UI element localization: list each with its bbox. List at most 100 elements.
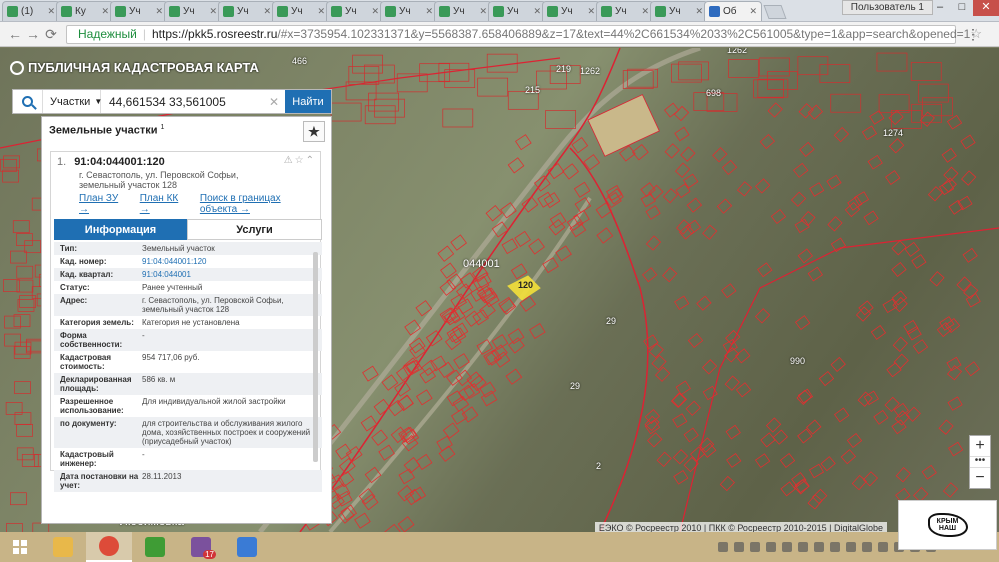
menu-icon[interactable]: ⋮ bbox=[966, 26, 980, 43]
utorrent-icon[interactable] bbox=[132, 532, 178, 562]
tray-icon[interactable] bbox=[813, 542, 824, 552]
profile-button[interactable]: Пользователь 1 bbox=[841, 0, 933, 15]
browser-tab[interactable]: Уч ✕ bbox=[650, 1, 708, 21]
close-tab-icon[interactable]: ✕ bbox=[47, 6, 55, 17]
app-glyph bbox=[99, 536, 119, 556]
browser-tab[interactable]: Об ✕ bbox=[704, 1, 762, 21]
parcel-label[interactable]: 990 bbox=[790, 356, 805, 366]
browser-tab[interactable]: Уч ✕ bbox=[326, 1, 384, 21]
quarter-label: 044001 bbox=[463, 258, 500, 270]
plan-zu-link[interactable]: План ЗУ → bbox=[79, 193, 126, 215]
tab-services[interactable]: Услуги bbox=[187, 219, 322, 240]
app-glyph bbox=[237, 537, 257, 557]
clear-icon[interactable]: ✕ bbox=[269, 95, 279, 109]
search-input[interactable] bbox=[101, 91, 269, 112]
attribute-row: Форма собственности: - bbox=[54, 329, 322, 351]
cadastral-map[interactable]: ПУБЛИЧНАЯ КАДАСТРОВАЯ КАРТА 044001 Любим… bbox=[0, 48, 999, 532]
tray-icon[interactable] bbox=[765, 542, 776, 552]
parcel-label[interactable]: 219 bbox=[556, 64, 571, 74]
parcel-label[interactable]: 29 bbox=[606, 316, 616, 326]
minimize-button[interactable]: – bbox=[929, 0, 951, 16]
zoom-more-button[interactable]: ••• bbox=[970, 456, 990, 468]
new-tab-button[interactable] bbox=[763, 5, 787, 19]
browser-tab[interactable]: (1) ✕ bbox=[2, 1, 60, 21]
browser-tab[interactable]: Ку ✕ bbox=[56, 1, 114, 21]
close-tab-icon[interactable]: ✕ bbox=[533, 6, 541, 17]
browser-tab[interactable]: Уч ✕ bbox=[272, 1, 330, 21]
browser-tab[interactable]: Уч ✕ bbox=[542, 1, 600, 21]
file-explorer-icon[interactable] bbox=[40, 532, 86, 562]
zoom-out-button[interactable]: − bbox=[970, 468, 990, 488]
tray-icon[interactable] bbox=[749, 542, 760, 552]
close-tab-icon[interactable]: ✕ bbox=[317, 6, 325, 17]
viber-icon[interactable]: 17 bbox=[178, 532, 224, 562]
attribute-value[interactable]: 91:04:044001:120 bbox=[142, 257, 322, 266]
result-action-icons[interactable]: ⚠☆⌃ bbox=[284, 155, 316, 166]
windows-start-icon[interactable] bbox=[0, 532, 40, 562]
search-type-select[interactable]: Участки ▼ bbox=[43, 90, 102, 113]
tray-icon[interactable] bbox=[797, 542, 808, 552]
parcel-label[interactable]: 466 bbox=[292, 56, 307, 66]
close-tab-icon[interactable]: ✕ bbox=[749, 6, 757, 17]
selected-parcel-label[interactable]: 120 bbox=[518, 280, 533, 290]
close-tab-icon[interactable]: ✕ bbox=[371, 6, 379, 17]
reload-icon[interactable]: ⟳ bbox=[42, 26, 60, 43]
tray-icon[interactable] bbox=[877, 542, 888, 552]
parcel-label[interactable]: 215 bbox=[525, 85, 540, 95]
parcel-label[interactable]: 29 bbox=[570, 381, 580, 391]
photos-icon[interactable] bbox=[224, 532, 270, 562]
attribute-value: 586 кв. м bbox=[142, 375, 176, 384]
browser-tab[interactable]: Уч ✕ bbox=[380, 1, 438, 21]
favorite-star-icon[interactable]: ★ bbox=[303, 121, 325, 142]
close-tab-icon[interactable]: ✕ bbox=[587, 6, 595, 17]
browser-tab[interactable]: Уч ✕ bbox=[488, 1, 546, 21]
parcel-label[interactable]: 2 bbox=[596, 461, 601, 471]
attribute-value[interactable]: 91:04:044001 bbox=[142, 270, 322, 279]
favicon-icon bbox=[169, 6, 180, 17]
browser-tab[interactable]: Уч ✕ bbox=[110, 1, 168, 21]
parcel-label[interactable]: 1262 bbox=[580, 66, 600, 76]
browser-tab[interactable]: Уч ✕ bbox=[218, 1, 276, 21]
plan-kk-link[interactable]: План КК → bbox=[140, 193, 186, 215]
attribute-value: г. Севастополь, ул. Перовской Софьи, зем… bbox=[142, 296, 284, 314]
back-arrow-icon[interactable]: ← bbox=[6, 26, 24, 42]
close-tab-icon[interactable]: ✕ bbox=[479, 6, 487, 17]
tray-icon[interactable] bbox=[717, 542, 728, 552]
tray-icon[interactable] bbox=[733, 542, 744, 552]
map-title: ПУБЛИЧНАЯ КАДАСТРОВАЯ КАРТА bbox=[10, 60, 259, 75]
maximize-button[interactable]: □ bbox=[951, 0, 973, 16]
tray-icon[interactable] bbox=[861, 542, 872, 552]
panel-scrollbar[interactable] bbox=[313, 252, 318, 462]
cadastral-number[interactable]: 91:04:044001:120 bbox=[74, 156, 165, 168]
tray-icon[interactable] bbox=[829, 542, 840, 552]
chrome-icon[interactable] bbox=[86, 532, 132, 562]
browser-tab[interactable]: Уч ✕ bbox=[434, 1, 492, 21]
tray-icon[interactable] bbox=[845, 542, 856, 552]
close-tab-icon[interactable]: ✕ bbox=[209, 6, 217, 17]
close-window-button[interactable]: ✕ bbox=[973, 0, 999, 16]
result-links: План ЗУ → План КК → Поиск в границах объ… bbox=[51, 190, 320, 215]
search-icon[interactable] bbox=[13, 90, 43, 113]
zoom-in-button[interactable]: + bbox=[970, 436, 990, 456]
tab-information[interactable]: Информация bbox=[54, 219, 187, 240]
attribute-row: Кад. квартал: 91:04:044001 bbox=[54, 268, 322, 281]
address-bar[interactable]: Надежный | https://pkk5.rosreestr.ru /#x… bbox=[66, 24, 982, 44]
attribute-row: по документу: для строительства и обслужи… bbox=[54, 417, 322, 448]
close-tab-icon[interactable]: ✕ bbox=[263, 6, 271, 17]
parcel-label[interactable]: 698 bbox=[706, 88, 721, 98]
parcel-label[interactable]: 1262 bbox=[727, 48, 747, 55]
browser-tab[interactable]: Уч ✕ bbox=[596, 1, 654, 21]
search-in-bounds-link[interactable]: Поиск в границах объекта → bbox=[200, 193, 320, 215]
close-tab-icon[interactable]: ✕ bbox=[695, 6, 703, 17]
attribute-key: Кад. номер: bbox=[60, 257, 107, 266]
tray-icon[interactable] bbox=[781, 542, 792, 552]
find-button[interactable]: Найти bbox=[285, 90, 331, 113]
close-tab-icon[interactable]: ✕ bbox=[101, 6, 109, 17]
attribute-value: Ранее учтенный bbox=[142, 283, 203, 292]
close-tab-icon[interactable]: ✕ bbox=[641, 6, 649, 17]
parcel-label[interactable]: 1274 bbox=[883, 128, 903, 138]
close-tab-icon[interactable]: ✕ bbox=[425, 6, 433, 17]
browser-tab[interactable]: Уч ✕ bbox=[164, 1, 222, 21]
close-tab-icon[interactable]: ✕ bbox=[155, 6, 163, 17]
forward-arrow-icon[interactable]: → bbox=[24, 26, 42, 42]
